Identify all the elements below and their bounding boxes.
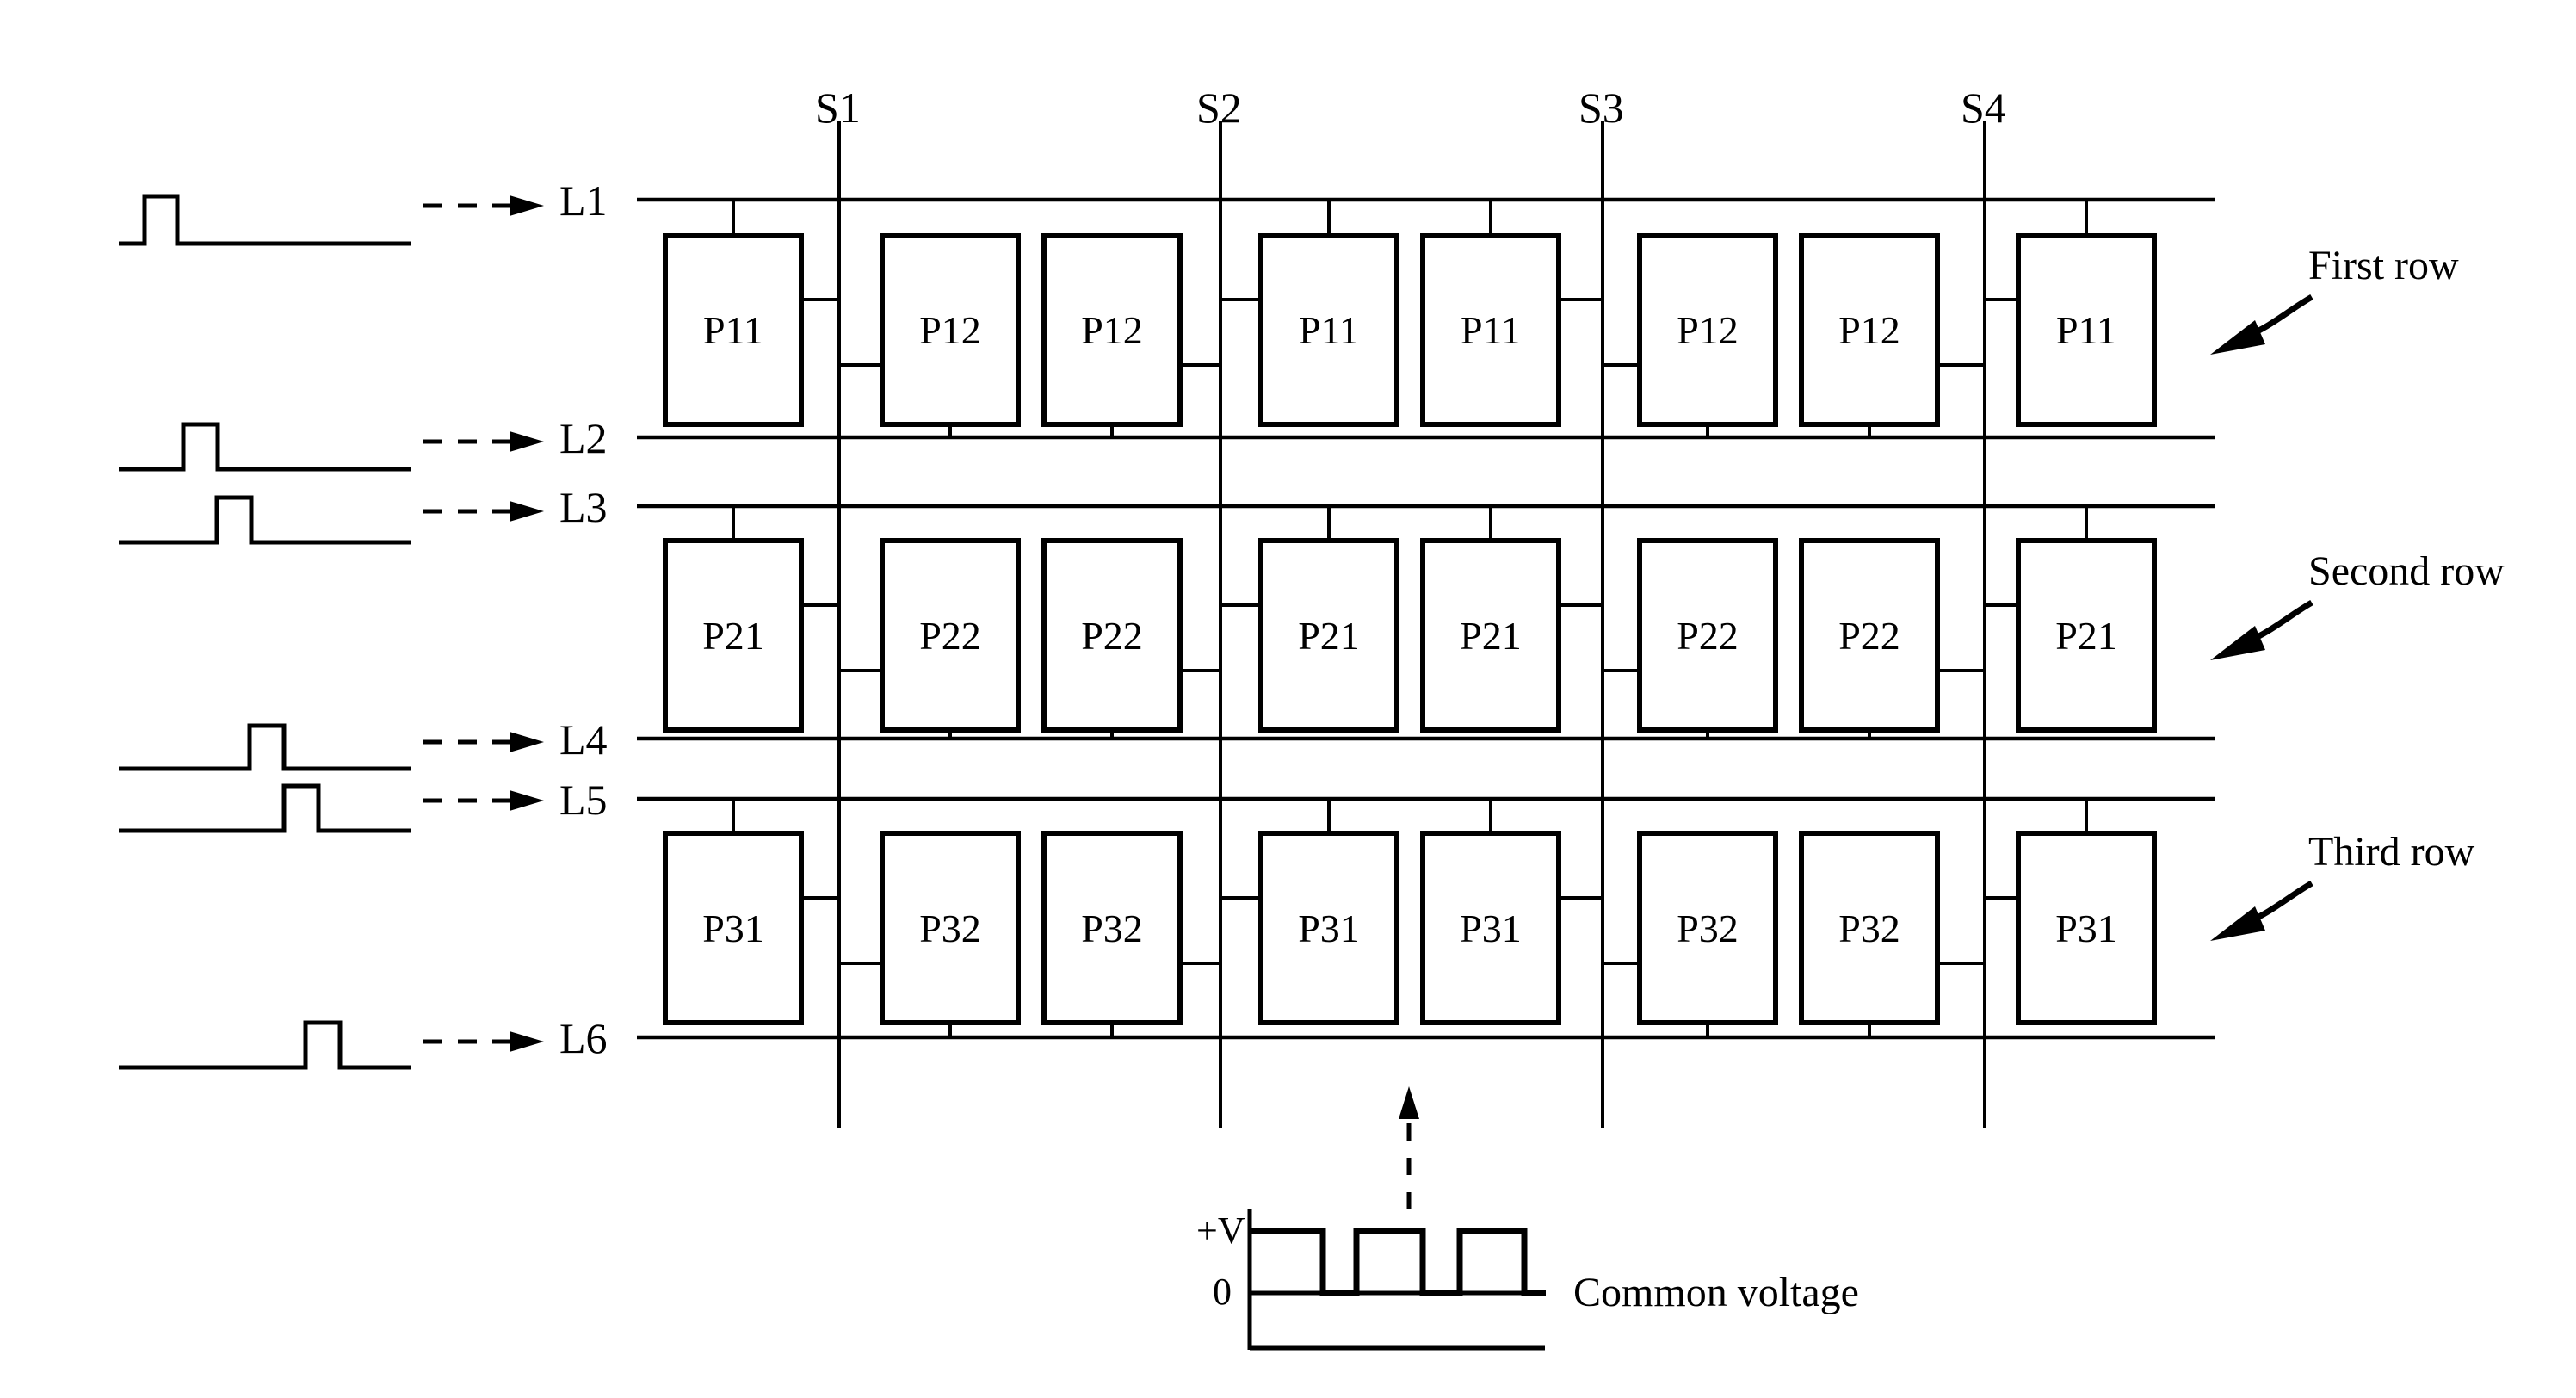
pixel-cell-label-r2c4: P21 bbox=[1298, 614, 1360, 658]
pixel-cell-label-r3c8: P31 bbox=[2055, 906, 2117, 950]
row-annotation-arrow-second bbox=[2210, 599, 2313, 660]
pixel-cell-label-r3c5: P31 bbox=[1460, 906, 1522, 950]
pixel-cell-label-r1c3: P12 bbox=[1081, 308, 1143, 352]
dashed-arrow-L6 bbox=[423, 1031, 544, 1052]
dashed-arrow-L3 bbox=[423, 501, 544, 522]
gate-line-label-L4: L4 bbox=[559, 715, 608, 764]
pixel-cell-label-r3c1: P31 bbox=[702, 906, 764, 950]
pixel-cell-label-r2c6: P22 bbox=[1677, 614, 1739, 658]
pixel-cell-label-r1c2: P12 bbox=[919, 308, 981, 352]
waveform-L6 bbox=[119, 1020, 411, 1070]
common-voltage-waveform bbox=[1250, 1228, 1546, 1296]
row-annotation-arrow-first bbox=[2210, 294, 2313, 355]
pixel-cell-label-r3c2: P32 bbox=[919, 906, 981, 950]
waveform-L4 bbox=[119, 723, 411, 771]
common-voltage-dashed-arrow bbox=[1399, 1086, 1419, 1209]
dashed-arrow-L4 bbox=[423, 732, 544, 752]
waveform-L1 bbox=[119, 194, 411, 246]
pixel-cell-label-r2c5: P21 bbox=[1460, 614, 1522, 658]
gate-line-label-L6: L6 bbox=[559, 1014, 608, 1062]
row-annotation-arrow-third bbox=[2210, 880, 2313, 941]
common-voltage-low-label: 0 bbox=[1213, 1271, 1232, 1313]
source-line-label-S2: S2 bbox=[1196, 84, 1242, 132]
dashed-arrow-L1 bbox=[423, 195, 544, 216]
source-line-label-S4: S4 bbox=[1961, 84, 2006, 132]
pixel-cell-label-r2c3: P22 bbox=[1081, 614, 1143, 658]
pixel-cell-label-r3c7: P32 bbox=[1838, 906, 1900, 950]
diagram-canvas: S1 S2 S3 S4 L1 L2 L3 L4 L5 L6 P11 P12 P1… bbox=[0, 0, 2576, 1398]
pixel-cell-label-r1c8: P11 bbox=[2056, 308, 2116, 352]
gate-line-label-L5: L5 bbox=[559, 776, 608, 824]
dashed-arrow-L5 bbox=[423, 790, 544, 811]
pixel-cell-label-r2c2: P22 bbox=[919, 614, 981, 658]
common-voltage-high-label: +V bbox=[1196, 1209, 1245, 1252]
waveform-L5 bbox=[119, 783, 411, 833]
pixel-cell-label-r2c8: P21 bbox=[2055, 614, 2117, 658]
pixel-cell-label-r3c6: P32 bbox=[1677, 906, 1739, 950]
row-annotation-second-row: Second row bbox=[2308, 548, 2505, 594]
source-line-label-S1: S1 bbox=[815, 84, 861, 132]
row-annotation-third-row: Third row bbox=[2308, 829, 2475, 875]
pixel-cell-label-r1c5: P11 bbox=[1461, 308, 1521, 352]
circuit-schematic-svg bbox=[119, 121, 2313, 1351]
pixel-cell-label-r2c7: P22 bbox=[1838, 614, 1900, 658]
pixel-cell-label-r2c1: P21 bbox=[702, 614, 764, 658]
dashed-arrow-L2 bbox=[423, 431, 544, 452]
source-line-label-S3: S3 bbox=[1578, 84, 1624, 132]
gate-line-label-L3: L3 bbox=[559, 483, 608, 531]
pixel-cell-label-r1c6: P12 bbox=[1677, 308, 1739, 352]
common-voltage-label: Common voltage bbox=[1573, 1270, 1859, 1315]
gate-line-label-L1: L1 bbox=[559, 176, 608, 225]
pixel-cell-label-r3c3: P32 bbox=[1081, 906, 1143, 950]
pixel-cell-label-r1c4: P11 bbox=[1299, 308, 1359, 352]
row-annotation-first-row: First row bbox=[2308, 243, 2459, 288]
waveform-L2 bbox=[119, 422, 411, 472]
waveform-L3 bbox=[119, 495, 411, 545]
gate-line-label-L2: L2 bbox=[559, 414, 608, 462]
pixel-cell-label-r3c4: P31 bbox=[1298, 906, 1360, 950]
pixel-cell-label-r1c7: P12 bbox=[1838, 308, 1900, 352]
pixel-cell-label-r1c1: P11 bbox=[703, 308, 763, 352]
